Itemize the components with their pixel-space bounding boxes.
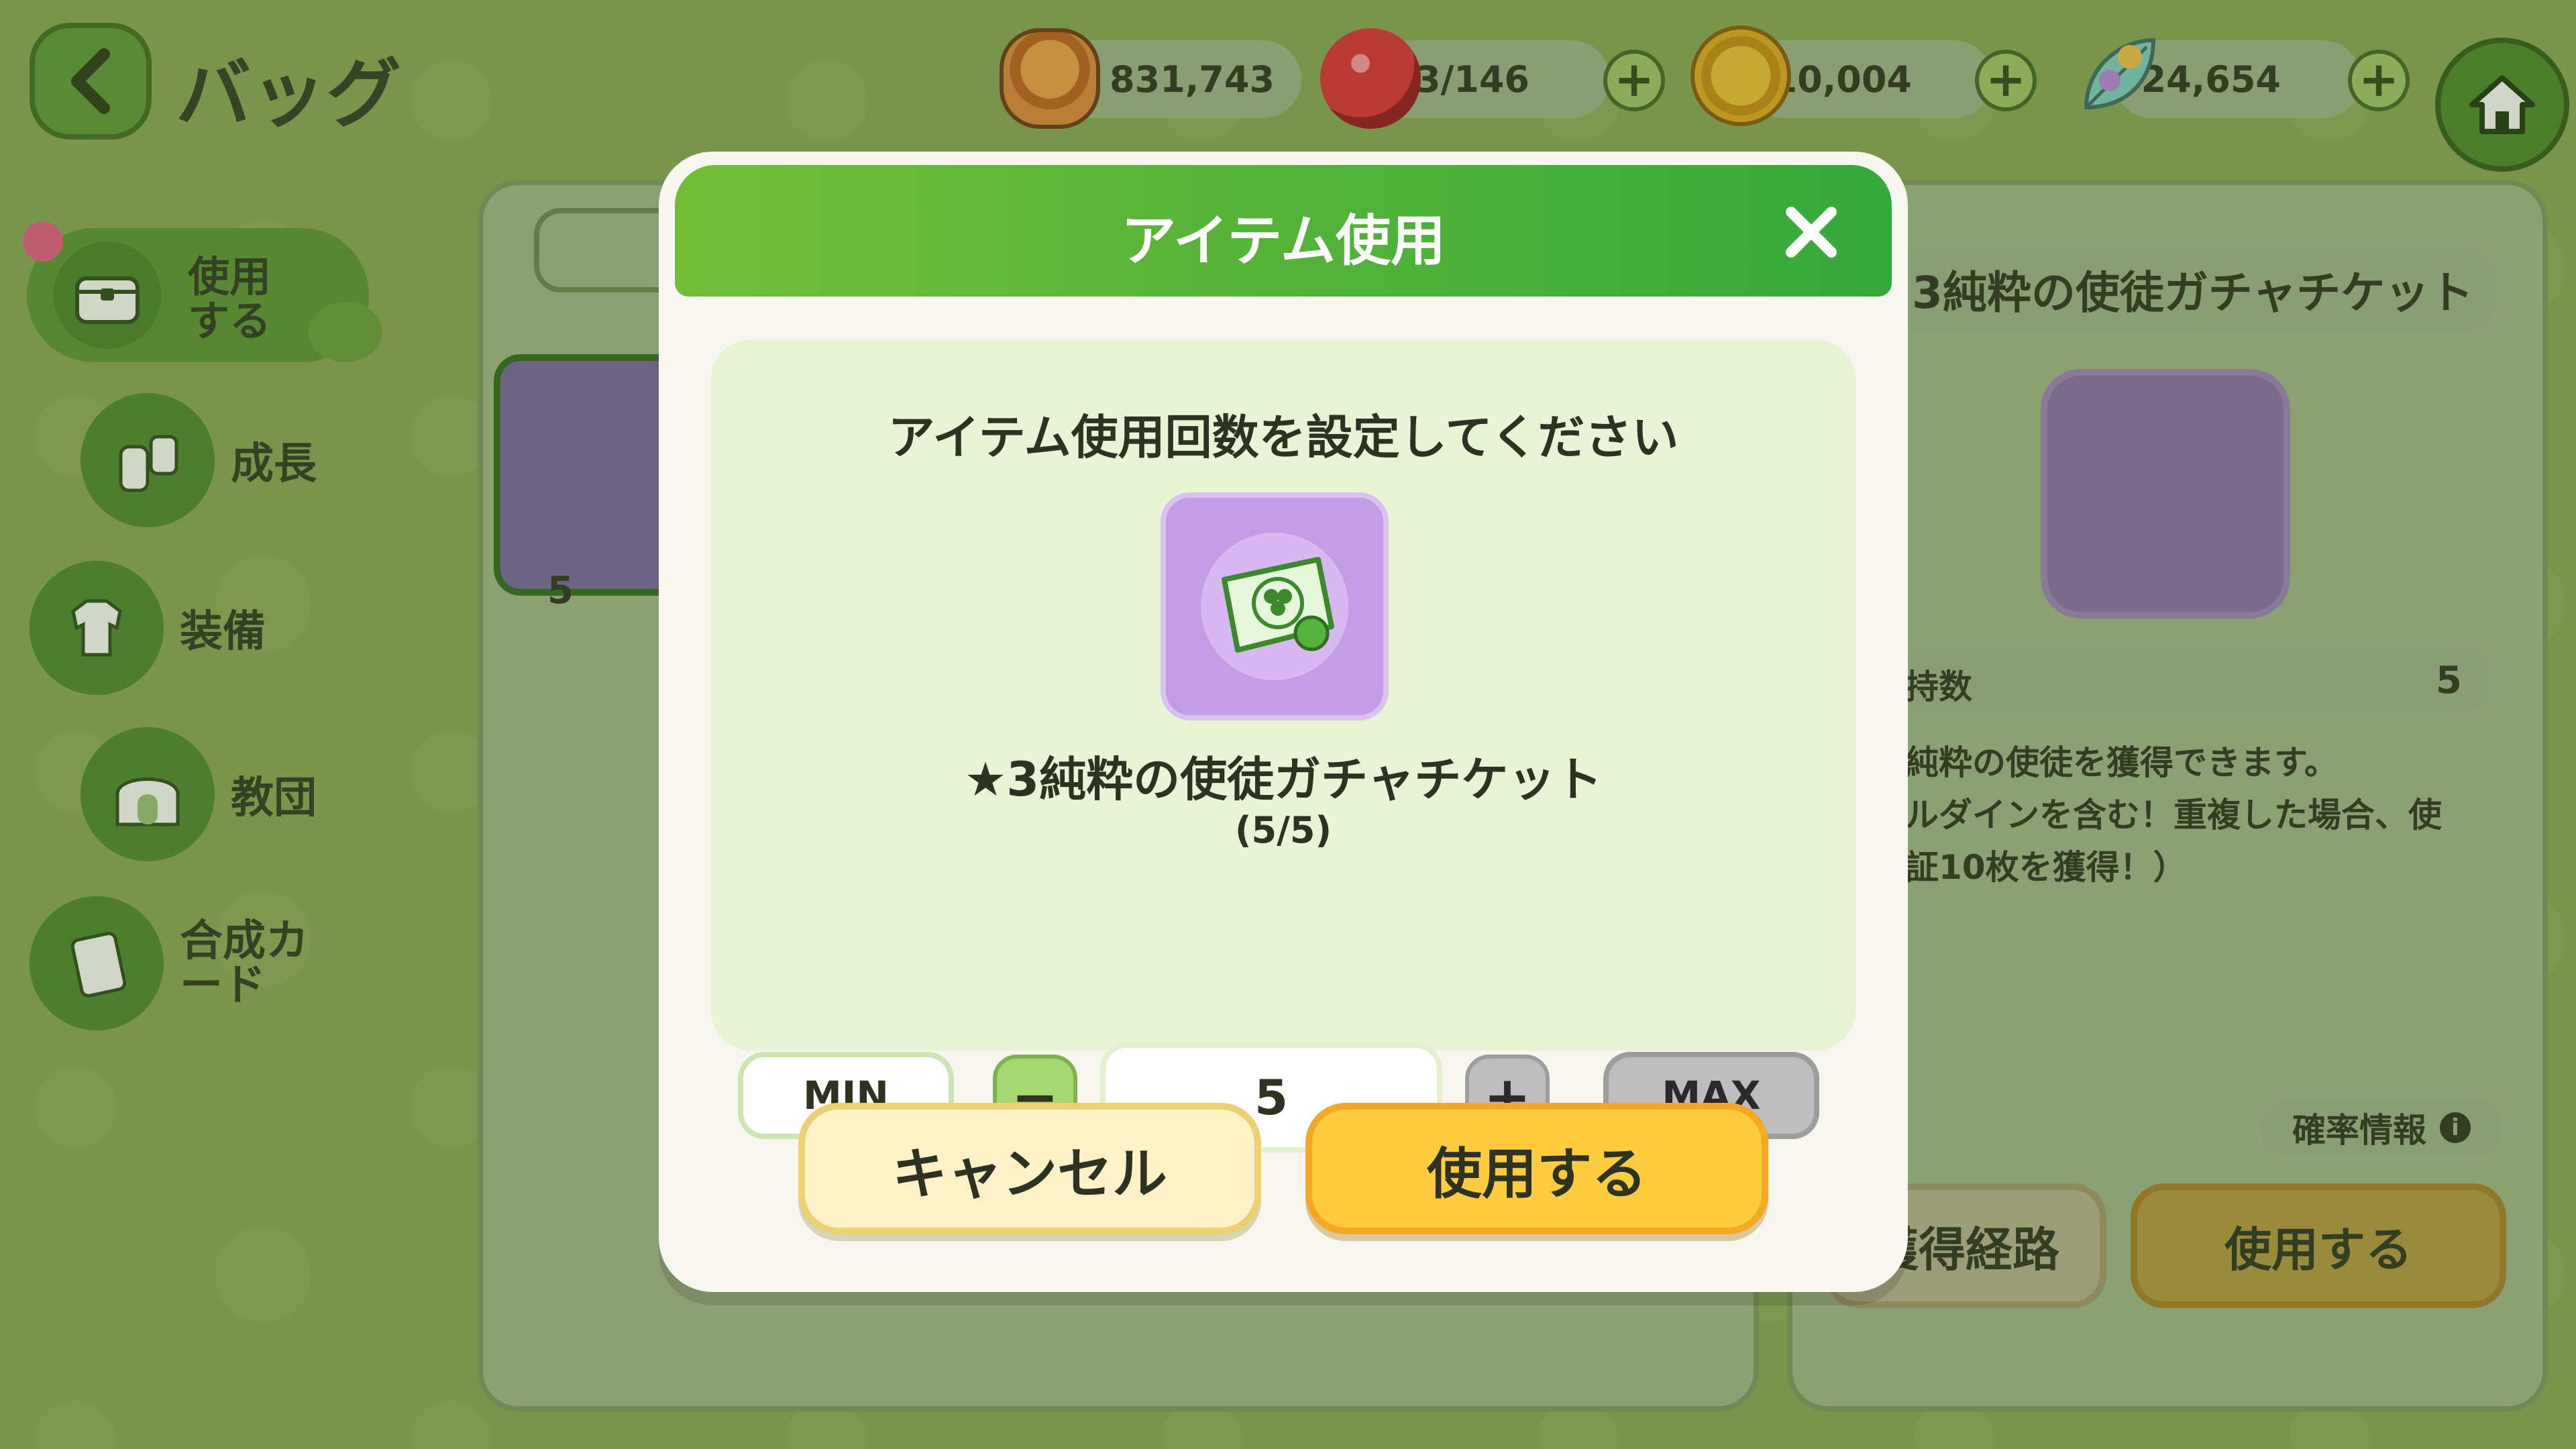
cancel-button[interactable]: キャンセル (798, 1103, 1261, 1234)
confirm-use-button[interactable]: 使用する (1305, 1103, 1768, 1234)
dialog-body: アイテム使用回数を設定してください ★3純粋の使徒ガチャチケット (5/5) M… (711, 339, 1856, 1152)
dialog-prompt: アイテム使用回数を設定してください (888, 410, 1679, 465)
close-icon (1786, 207, 1837, 258)
close-button[interactable] (1778, 199, 1845, 266)
item-name: ★3純粋の使徒ガチャチケット (964, 752, 1603, 807)
item-count: (5/5) (1234, 809, 1332, 851)
gacha-ticket-icon (1201, 533, 1348, 680)
use-item-dialog: アイテム使用 アイテム使用回数を設定してください ★3純粋の使徒ガチャチケット … (659, 152, 1908, 1292)
dialog-header: アイテム使用 (675, 165, 1892, 297)
dialog-title: アイテム使用 (1121, 209, 1446, 273)
ticket-image (1161, 492, 1389, 720)
